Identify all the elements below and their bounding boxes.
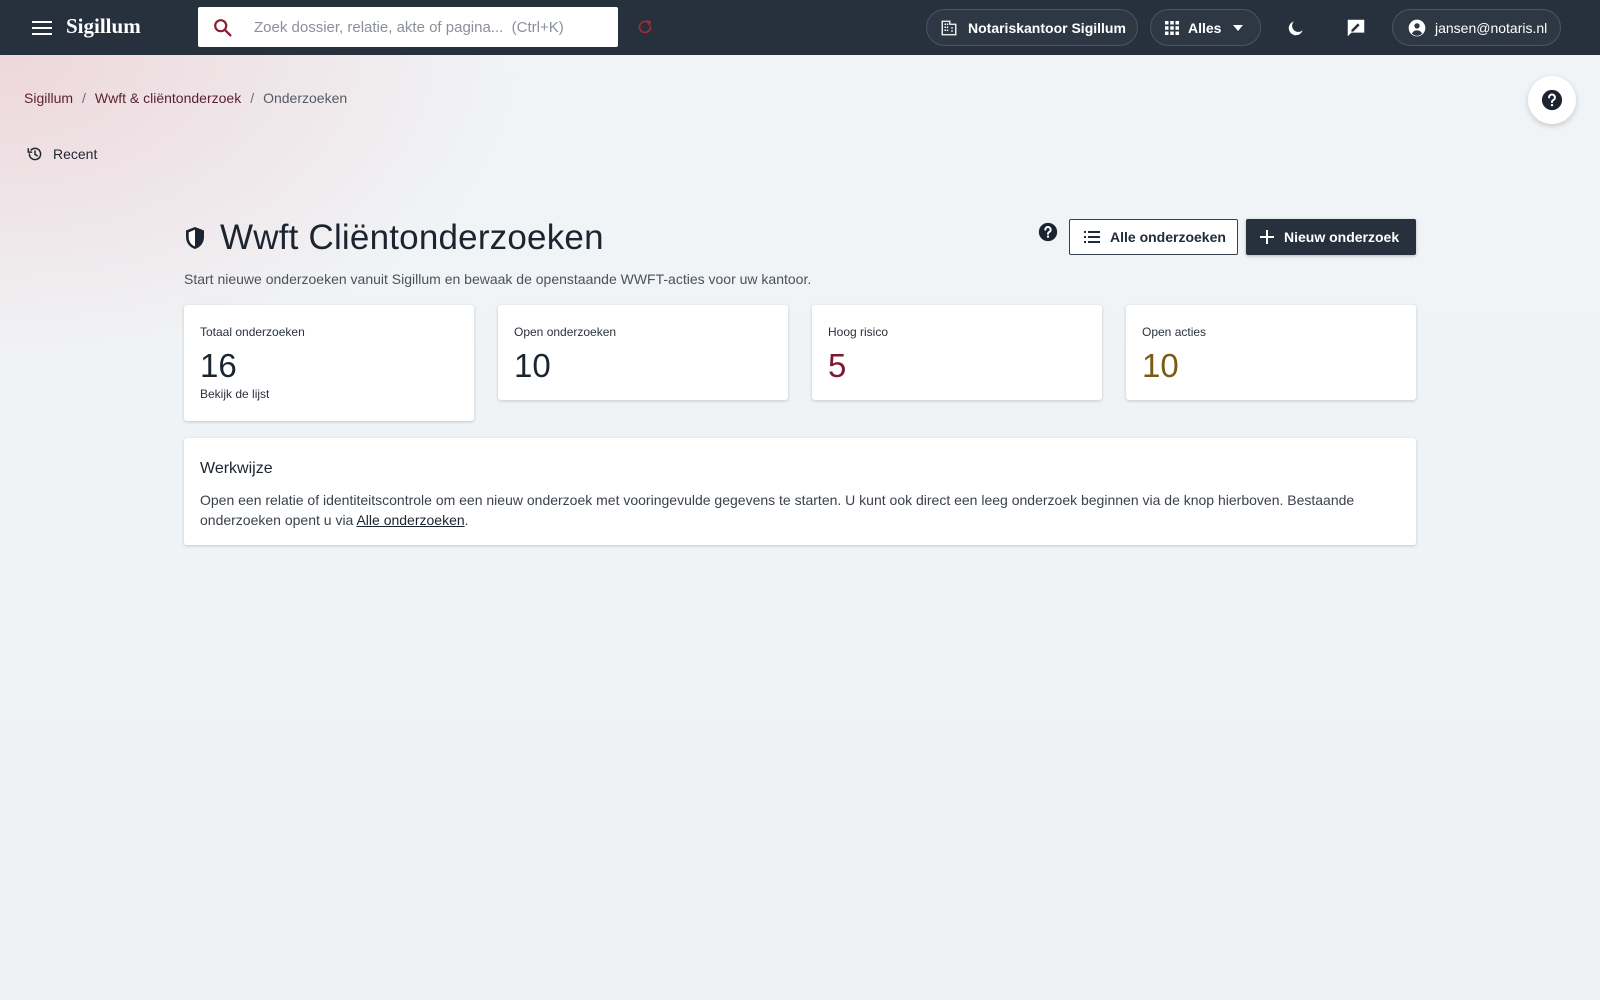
breadcrumb-separator: / <box>82 90 86 106</box>
workflow-card: Werkwijze Open een relatie of identiteit… <box>184 438 1416 545</box>
shield-icon <box>186 227 204 249</box>
stat-card-total[interactable]: Totaal onderzoeken 16 Bekijk de lijst <box>184 305 474 421</box>
history-icon <box>27 147 42 161</box>
all-investigations-button[interactable]: Alle onderzoeken <box>1069 219 1238 255</box>
stat-card-high-risk: Hoog risico 5 <box>812 305 1102 400</box>
search-input[interactable] <box>254 7 604 47</box>
office-label: Notariskantoor Sigillum <box>968 19 1126 36</box>
page-subtitle: Start nieuwe onderzoeken vanuit Sigillum… <box>184 271 812 287</box>
menu-button[interactable] <box>26 14 58 42</box>
office-selector[interactable]: Notariskantoor Sigillum <box>926 9 1138 46</box>
feedback-icon <box>1347 19 1365 37</box>
stat-value: 10 <box>1142 347 1179 384</box>
recent-label: Recent <box>53 146 98 162</box>
stat-value: 16 <box>200 347 237 384</box>
account-icon <box>1408 19 1426 36</box>
workflow-text-after: . <box>464 512 469 528</box>
search-icon <box>214 19 232 37</box>
help-icon <box>1038 222 1058 242</box>
moon-icon <box>1288 21 1303 36</box>
new-investigation-button[interactable]: Nieuw onderzoek <box>1246 219 1416 255</box>
theme-toggle-button[interactable] <box>1281 13 1311 43</box>
stat-card-open: Open onderzoeken 10 <box>498 305 788 400</box>
workflow-title: Werkwijze <box>200 460 273 477</box>
scope-label: Alles <box>1188 19 1222 36</box>
stat-label: Hoog risico <box>828 325 889 339</box>
plus-icon <box>1260 230 1274 244</box>
page-header: Wwft Cliëntonderzoeken <box>184 218 604 258</box>
stat-card-open-actions: Open acties 10 <box>1126 305 1416 400</box>
feedback-button[interactable] <box>1341 13 1371 43</box>
building-icon <box>941 20 957 35</box>
menu-icon <box>32 21 52 35</box>
breadcrumb-separator: / <box>250 90 255 106</box>
help-icon <box>1541 89 1563 111</box>
top-bar: Sigillum Notariskantoor Sigillum Alles <box>0 0 1600 55</box>
refresh-icon <box>638 19 652 34</box>
all-investigations-label: Alle onderzoeken <box>1110 229 1226 245</box>
stat-label: Totaal onderzoeken <box>200 325 305 339</box>
caret-down-icon <box>1233 24 1244 31</box>
stat-value: 10 <box>514 347 551 384</box>
scope-selector[interactable]: Alles <box>1150 9 1261 46</box>
recent-button[interactable]: Recent <box>26 145 97 163</box>
stat-label: Open acties <box>1142 325 1207 339</box>
workflow-text: Open een relatie of identiteitscontrole … <box>200 490 1400 530</box>
page-title: Wwft Cliëntonderzoeken <box>220 218 604 257</box>
grid-icon <box>1165 20 1179 35</box>
stat-label: Open onderzoeken <box>514 325 617 339</box>
breadcrumb-item-wwft[interactable]: Wwft & cliëntonderzoek <box>95 90 241 106</box>
breadcrumb-item-current: Onderzoeken <box>263 90 348 106</box>
help-button[interactable] <box>1528 76 1576 124</box>
view-list-link[interactable]: Bekijk de lijst <box>200 387 269 401</box>
refresh-button[interactable] <box>634 16 658 40</box>
page-help-button[interactable] <box>1038 222 1058 242</box>
all-investigations-link[interactable]: Alle onderzoeken <box>356 512 464 528</box>
user-label: jansen@notaris.nl <box>1435 19 1548 36</box>
brand-logo[interactable]: Sigillum <box>66 14 141 39</box>
search-box[interactable] <box>198 7 618 47</box>
stat-value: 5 <box>828 347 847 384</box>
breadcrumb: Sigillum / Wwft & cliëntonderzoek / Onde… <box>24 90 347 106</box>
new-investigation-label: Nieuw onderzoek <box>1284 229 1400 245</box>
list-icon <box>1084 231 1100 243</box>
breadcrumb-item-home[interactable]: Sigillum <box>24 90 73 106</box>
user-menu[interactable]: jansen@notaris.nl <box>1392 9 1561 46</box>
